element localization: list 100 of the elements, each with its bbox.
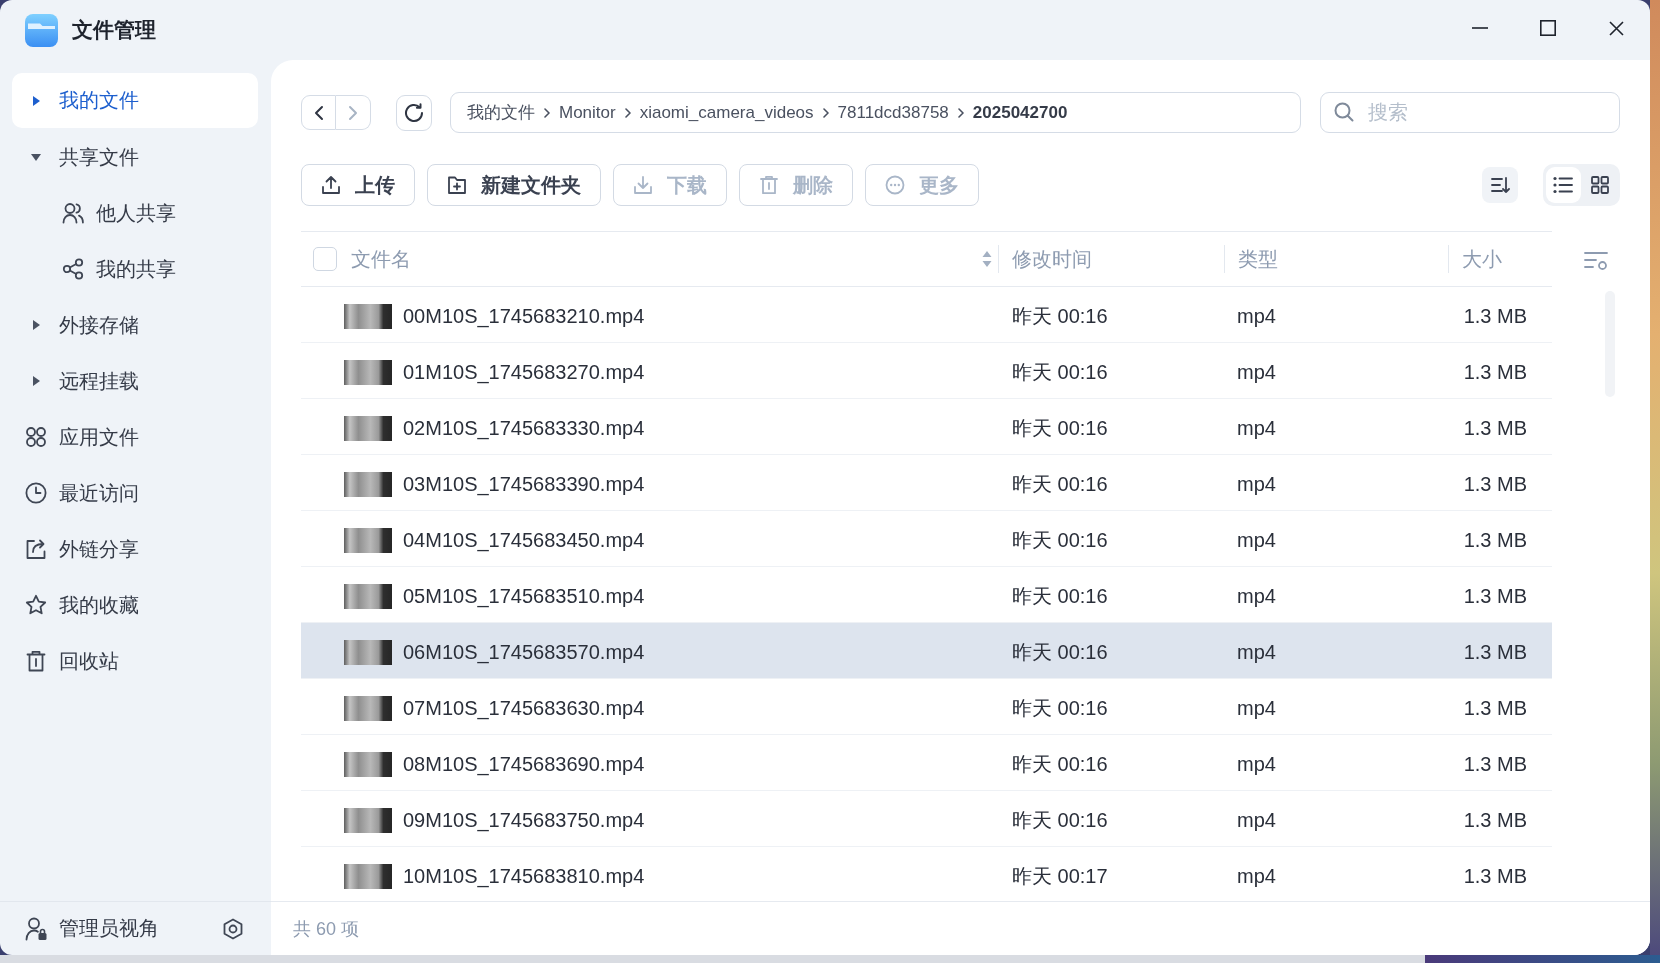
thumbnail-placeholder <box>344 583 392 609</box>
trash-icon <box>759 175 779 195</box>
trash-icon <box>25 650 47 672</box>
breadcrumb-link[interactable]: 2025042700 <box>972 102 1068 123</box>
sidebar-item[interactable]: 应用文件 <box>12 409 258 465</box>
modified-time: 昨天 00:16 <box>1012 808 1108 831</box>
chevron-left-icon <box>313 104 324 121</box>
modified-time: 昨天 00:16 <box>1012 696 1108 719</box>
thumbnail-placeholder <box>344 751 392 777</box>
more-icon <box>885 175 905 195</box>
modified-time: 昨天 00:16 <box>1012 360 1108 383</box>
file-name: 03M10S_1745683390.mp4 <box>403 472 645 496</box>
breadcrumb-link[interactable]: 7811dcd38758 <box>837 102 949 123</box>
app-grid-icon <box>25 426 47 448</box>
list-icon <box>1553 176 1574 194</box>
file-type: mp4 <box>1237 752 1276 775</box>
file-size: 1.3 MB <box>1463 808 1527 831</box>
file-name: 04M10S_1745683450.mp4 <box>403 528 645 552</box>
file-type: mp4 <box>1237 360 1276 383</box>
new-folder-button[interactable]: 新建文件夹 <box>427 164 601 206</box>
folder-app-icon <box>25 13 58 47</box>
column-settings-icon[interactable] <box>1584 251 1608 271</box>
thumbnail-placeholder <box>344 415 392 441</box>
file-size: 1.3 MB <box>1463 864 1527 887</box>
maximize-icon[interactable] <box>1540 20 1556 36</box>
chevron-right-icon <box>348 104 358 121</box>
sidebar-item[interactable]: 外链分享 <box>12 521 258 577</box>
modified-time: 昨天 00:16 <box>1012 752 1108 775</box>
list-view-button[interactable] <box>1546 167 1581 203</box>
thumbnail-placeholder <box>344 359 392 385</box>
modified-time: 昨天 00:16 <box>1012 640 1108 663</box>
file-size: 1.3 MB <box>1463 416 1527 439</box>
breadcrumb-link[interactable]: xiaomi_camera_videos <box>639 102 814 123</box>
file-name: 05M10S_1745683510.mp4 <box>403 584 645 608</box>
file-size: 1.3 MB <box>1463 472 1527 495</box>
sort-button[interactable] <box>1482 167 1518 203</box>
file-row[interactable]: 06M10S_1745683570.mp4 昨天 00:16 mp4 1.3 MB <box>301 623 1552 679</box>
share-icon <box>62 258 84 280</box>
sidebar-item[interactable]: 回收站 <box>12 633 258 689</box>
modified-time: 昨天 00:16 <box>1012 416 1108 439</box>
file-name: 02M10S_1745683330.mp4 <box>403 416 645 440</box>
chevron-right-icon <box>957 107 964 118</box>
upload-button[interactable]: 上传 <box>301 164 415 206</box>
sidebar-item[interactable]: 我的文件 <box>12 73 258 128</box>
search-field[interactable]: 搜索 <box>1320 92 1620 133</box>
chevron-right-icon <box>624 107 631 118</box>
file-name: 08M10S_1745683690.mp4 <box>403 752 645 776</box>
file-type: mp4 <box>1237 528 1276 551</box>
file-type: mp4 <box>1237 696 1276 719</box>
file-name: 07M10S_1745683630.mp4 <box>403 696 645 720</box>
clock-icon <box>25 482 47 504</box>
select-all-checkbox[interactable] <box>313 247 337 271</box>
file-size: 1.3 MB <box>1463 528 1527 551</box>
sidebar-item[interactable]: 他人共享 <box>12 185 258 241</box>
thumbnail-placeholder <box>344 471 392 497</box>
file-type: mp4 <box>1237 416 1276 439</box>
refresh-button[interactable] <box>396 94 432 131</box>
file-name: 01M10S_1745683270.mp4 <box>403 360 645 384</box>
sidebar-item[interactable]: 我的共享 <box>12 241 258 297</box>
file-type: mp4 <box>1237 864 1276 887</box>
file-size: 1.3 MB <box>1463 752 1527 775</box>
file-type: mp4 <box>1237 640 1276 663</box>
item-count: 共 60 项 <box>293 917 360 941</box>
modified-time: 昨天 00:16 <box>1012 472 1108 495</box>
file-type: mp4 <box>1237 808 1276 831</box>
sidebar-item[interactable]: 我的收藏 <box>12 577 258 633</box>
admin-view-button[interactable]: 管理员视角 <box>25 915 159 942</box>
sidebar-item[interactable]: 共享文件 <box>12 129 258 185</box>
grid-icon <box>1590 176 1609 194</box>
back-button[interactable] <box>301 95 336 130</box>
modified-time: 昨天 00:17 <box>1012 864 1108 887</box>
file-name: 00M10S_1745683210.mp4 <box>403 304 645 328</box>
sidebar-item[interactable]: 外接存储 <box>12 297 258 353</box>
breadcrumb-link[interactable]: Monitor <box>559 102 616 123</box>
file-size: 1.3 MB <box>1463 696 1527 719</box>
settings-icon[interactable] <box>222 917 244 940</box>
file-name: 10M10S_1745683810.mp4 <box>403 864 645 888</box>
breadcrumb-link[interactable]: 我的文件 <box>467 101 535 124</box>
file-size: 1.3 MB <box>1463 360 1527 383</box>
folder-plus-icon <box>447 175 467 195</box>
sidebar-item[interactable]: 远程挂载 <box>12 353 258 409</box>
thumbnail-placeholder <box>344 863 392 889</box>
file-size: 1.3 MB <box>1463 640 1527 663</box>
star-icon <box>25 594 47 616</box>
file-name: 09M10S_1745683750.mp4 <box>403 808 645 832</box>
file-size: 1.3 MB <box>1463 584 1527 607</box>
modified-time: 昨天 00:16 <box>1012 528 1108 551</box>
sort-icon <box>1490 175 1510 195</box>
search-icon <box>1334 102 1354 122</box>
chevron-right-icon <box>822 107 829 118</box>
window-title: 文件管理 <box>72 17 156 43</box>
modified-time: 昨天 00:16 <box>1012 584 1108 607</box>
chevron-right-icon <box>544 107 550 118</box>
thumbnail-placeholder <box>344 695 392 721</box>
file-name: 06M10S_1745683570.mp4 <box>403 640 645 664</box>
sidebar-item[interactable]: 最近访问 <box>12 465 258 521</box>
people-icon <box>62 202 84 224</box>
close-icon[interactable] <box>1608 20 1624 36</box>
user-lock-icon <box>25 916 47 941</box>
modified-time: 昨天 00:16 <box>1012 304 1108 327</box>
